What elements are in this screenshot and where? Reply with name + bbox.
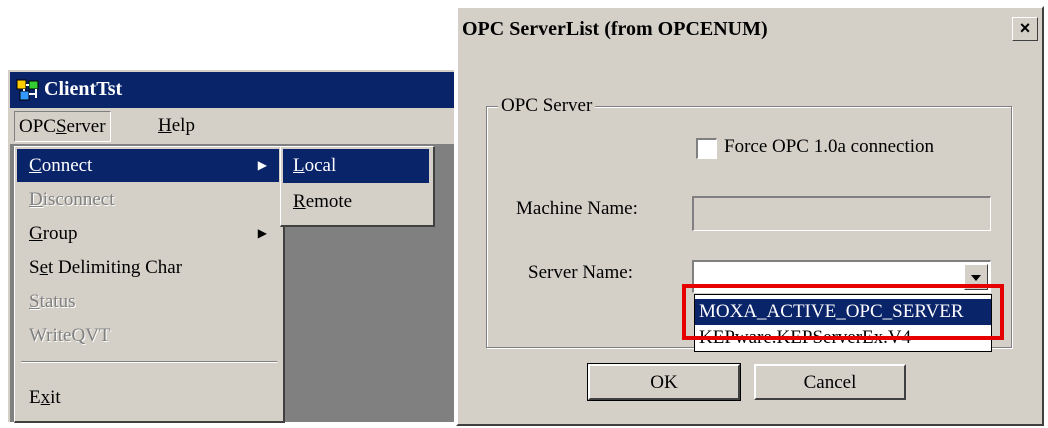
- menu-help[interactable]: Help: [154, 111, 199, 140]
- menu-item-connect[interactable]: Connect ▶: [17, 149, 279, 182]
- window-title: ClientTst: [44, 78, 123, 100]
- group-label: OPC Server: [498, 95, 596, 117]
- force-opc-checkbox[interactable]: [696, 138, 717, 159]
- menu-item-group[interactable]: Group ▶: [17, 217, 279, 250]
- dialog-title: OPC ServerList (from OPCENUM): [462, 18, 768, 40]
- force-opc-label[interactable]: Force OPC 1.0a connection: [724, 136, 934, 158]
- submenu-item-local[interactable]: Local: [283, 149, 429, 183]
- close-icon: ×: [1019, 18, 1031, 38]
- menubar: OPCServer Help: [10, 108, 454, 144]
- machine-name-input[interactable]: [692, 196, 991, 231]
- chevron-right-icon: ▶: [257, 226, 267, 240]
- submenu-item-remote[interactable]: Remote: [283, 185, 429, 219]
- menu-item-status[interactable]: Status: [17, 285, 279, 318]
- menu-item-label: Exit: [29, 387, 61, 408]
- opc-serverlist-dialog: OPC ServerList (from OPCENUM) × OPC Serv…: [456, 6, 1044, 426]
- submenu-item-label: Remote: [293, 191, 353, 212]
- cancel-button[interactable]: Cancel: [754, 364, 906, 400]
- chevron-right-icon: ▶: [257, 158, 267, 172]
- server-name-label: Server Name:: [528, 262, 633, 283]
- machine-name-label: Machine Name:: [516, 198, 638, 219]
- menu-item-label: Connect: [29, 155, 93, 176]
- clienttst-window: ClientTst OPCServer Help Connect ▶ Disco…: [8, 70, 454, 423]
- menu-item-label: Status: [29, 291, 76, 312]
- menu-item-label: WriteQVT: [29, 325, 111, 346]
- connect-submenu: Local Remote: [280, 146, 435, 227]
- app-icon: [16, 79, 39, 101]
- menu-item-exit[interactable]: Exit: [17, 381, 279, 414]
- menu-item-label: Group: [29, 223, 78, 244]
- menu-item-label: Set Delimiting Char: [29, 257, 183, 278]
- menu-item-disconnect[interactable]: Disconnect: [17, 183, 279, 216]
- menu-item-writeqvt[interactable]: WriteQVT: [17, 319, 279, 352]
- dialog-titlebar[interactable]: OPC ServerList (from OPCENUM) ×: [458, 8, 1042, 50]
- menu-item-label: Disconnect: [29, 189, 115, 210]
- submenu-item-label: Local: [293, 155, 337, 176]
- ok-button[interactable]: OK: [587, 363, 741, 401]
- opcserver-dropdown: Connect ▶ Disconnect Group ▶ Set Delimit…: [14, 146, 285, 423]
- menu-item-set-delimiting-char[interactable]: Set Delimiting Char: [17, 251, 279, 284]
- menu-separator: [21, 361, 277, 363]
- menu-opcserver[interactable]: OPCServer: [14, 111, 111, 142]
- clienttst-titlebar[interactable]: ClientTst: [10, 72, 454, 108]
- close-button[interactable]: ×: [1012, 17, 1038, 41]
- highlight-annotation: [682, 284, 1004, 340]
